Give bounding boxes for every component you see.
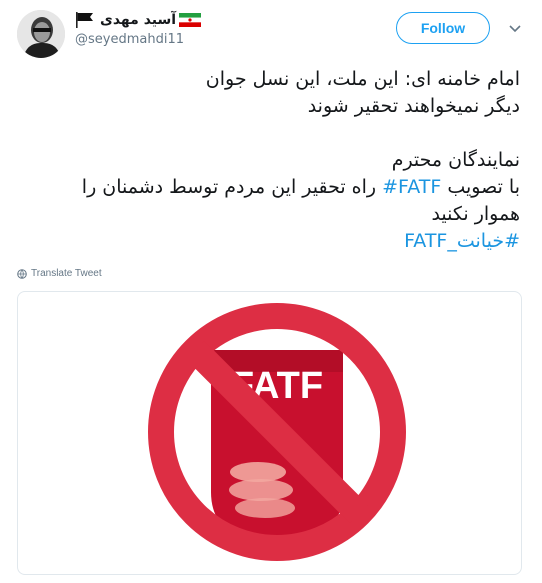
tweet-media-image[interactable]: FATF [17, 291, 522, 575]
chevron-down-icon[interactable] [507, 20, 523, 36]
tweet-line-1: امام خامنه ای: این ملت، این نسل جوان [205, 68, 520, 90]
tweet-line-5: هموار نکنید [431, 203, 520, 225]
tweet-line-2: دیگر نمیخواهند تحقیر شوند [307, 95, 520, 117]
tweet-line-4-prefix: با تصویب [441, 176, 520, 198]
hashtag-fatf-link[interactable]: #FATF [382, 176, 441, 198]
author-name-row: آسید مهدی [75, 10, 202, 30]
iran-flag-icon [179, 13, 202, 27]
tweet-line-3: نمایندگان محترم [391, 149, 520, 171]
tweet-line-4: با تصویب #FATF راه تحقیر این مردم توسط د… [20, 174, 520, 201]
black-flag-icon [76, 12, 93, 28]
globe-icon [17, 268, 27, 279]
follow-button[interactable]: Follow [396, 12, 490, 44]
no-fatf-image: FATF [148, 303, 406, 561]
tweet-line-4-suffix: راه تحقیر این مردم توسط دشمنان را [81, 176, 383, 198]
user-handle[interactable]: @seyedmahdi11 [75, 32, 184, 47]
hashtag-khiyanat-fatf-link[interactable]: #خیانت_FATF [20, 228, 520, 255]
tweet-text: امام خامنه ای: این ملت، این نسل جوان دیگ… [20, 66, 520, 255]
avatar-photo [17, 10, 65, 58]
avatar[interactable] [17, 10, 65, 58]
translate-tweet-link[interactable]: Translate Tweet [17, 268, 102, 279]
display-name[interactable]: آسید مهدی [100, 12, 176, 28]
translate-tweet-label[interactable]: Translate Tweet [31, 268, 102, 279]
